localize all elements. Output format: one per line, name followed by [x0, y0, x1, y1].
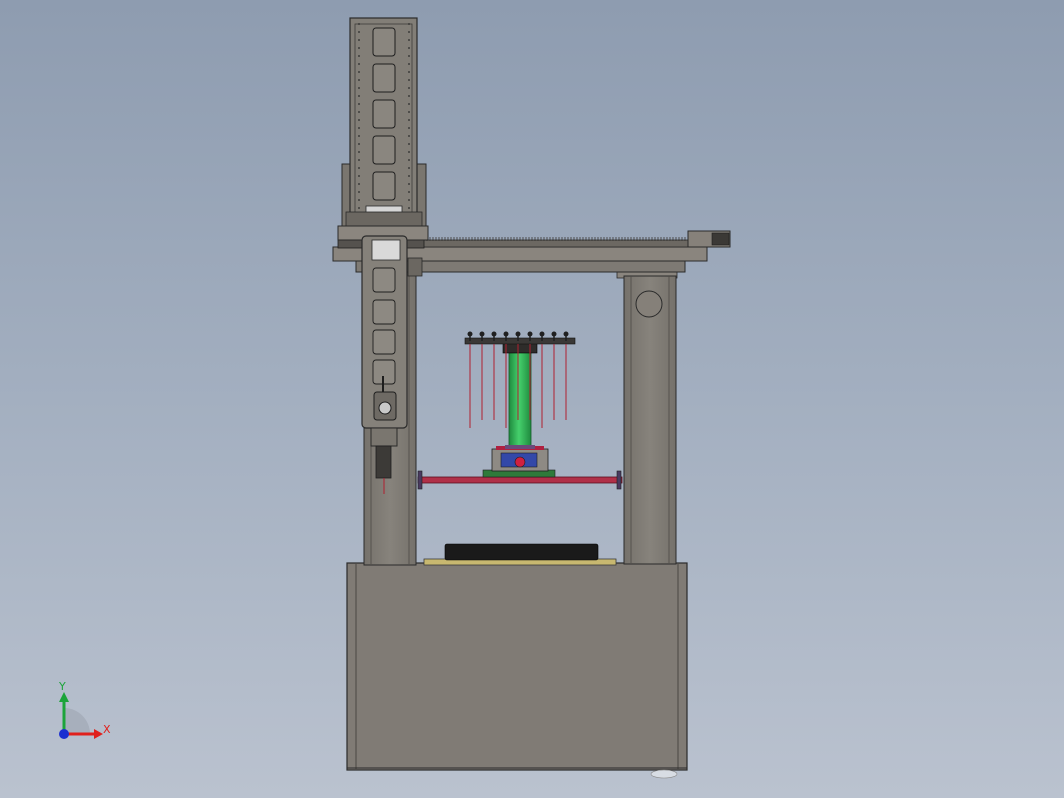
mount-hole [408, 63, 410, 65]
tower-windows [372, 27, 396, 201]
hanger-pin [491, 331, 497, 337]
mount-hole [358, 175, 360, 177]
mount-hole [358, 111, 360, 113]
mount-hole [358, 39, 360, 41]
mount-hole [358, 167, 360, 169]
carriage-slot [372, 267, 396, 293]
mount-hole [358, 207, 360, 209]
tower-window [372, 63, 396, 93]
hanger-pin [515, 331, 521, 337]
mount-hole [358, 23, 360, 25]
tower-window [372, 99, 396, 129]
mount-hole [358, 71, 360, 73]
linear-rail [419, 239, 691, 248]
mount-hole [358, 143, 360, 145]
base-cabinet[interactable] [346, 562, 688, 779]
mount-hole [358, 87, 360, 89]
mount-hole [408, 119, 410, 121]
mount-hole [358, 55, 360, 57]
mount-hole [408, 183, 410, 185]
mount-hole [408, 47, 410, 49]
mount-hole [358, 79, 360, 81]
mount-hole [358, 119, 360, 121]
mount-hole [358, 47, 360, 49]
mount-hole [408, 71, 410, 73]
carriage-slot [372, 299, 396, 325]
z-axis-dot [59, 729, 69, 739]
mount-hole [408, 55, 410, 57]
carriage-slot [372, 329, 396, 355]
mount-hole [358, 95, 360, 97]
spindle-head[interactable] [370, 427, 398, 447]
tower-window [372, 27, 396, 57]
x-axis-label: X [103, 723, 111, 736]
leveling-foot [650, 769, 678, 779]
y-axis-label: Y [58, 680, 66, 693]
hanger-pin [467, 331, 473, 337]
mount-hole [408, 87, 410, 89]
mount-hole [408, 95, 410, 97]
hanger-pins [467, 331, 569, 341]
hanger-pin [479, 331, 485, 337]
fixture-base[interactable] [482, 446, 556, 478]
mount-hole [358, 127, 360, 129]
hanger-pin [563, 331, 569, 337]
mount-hole [408, 159, 410, 161]
cad-viewport[interactable]: Y X [0, 0, 1064, 798]
mount-hole [358, 63, 360, 65]
hanger-pin [503, 331, 509, 337]
mount-hole [358, 151, 360, 153]
mount-hole [408, 175, 410, 177]
z-axis-tower[interactable] [337, 17, 429, 241]
mount-hole [358, 191, 360, 193]
mount-hole [408, 143, 410, 145]
right-upright[interactable] [616, 269, 678, 565]
hanger-pin [539, 331, 545, 337]
mount-hole [408, 103, 410, 105]
mount-hole [408, 127, 410, 129]
access-port [635, 290, 663, 318]
hanger-pin [551, 331, 557, 337]
mount-hole [358, 31, 360, 33]
mount-hole [408, 23, 410, 25]
work-tray[interactable] [423, 543, 617, 566]
mount-hole [408, 167, 410, 169]
mount-hole [408, 135, 410, 137]
spindle-motor[interactable] [375, 445, 392, 479]
mount-hole [408, 111, 410, 113]
mount-hole [408, 31, 410, 33]
tower-window [372, 171, 396, 201]
mount-hole [408, 199, 410, 201]
mount-hole [358, 103, 360, 105]
mount-hole [358, 159, 360, 161]
mount-hole [358, 135, 360, 137]
tower-window [372, 135, 396, 165]
mount-hole [408, 151, 410, 153]
mount-hole [408, 191, 410, 193]
hanger-pin [527, 331, 533, 337]
mount-hole [408, 79, 410, 81]
mount-hole [358, 183, 360, 185]
mount-hole [408, 207, 410, 209]
mount-hole [408, 39, 410, 41]
mount-hole [358, 199, 360, 201]
